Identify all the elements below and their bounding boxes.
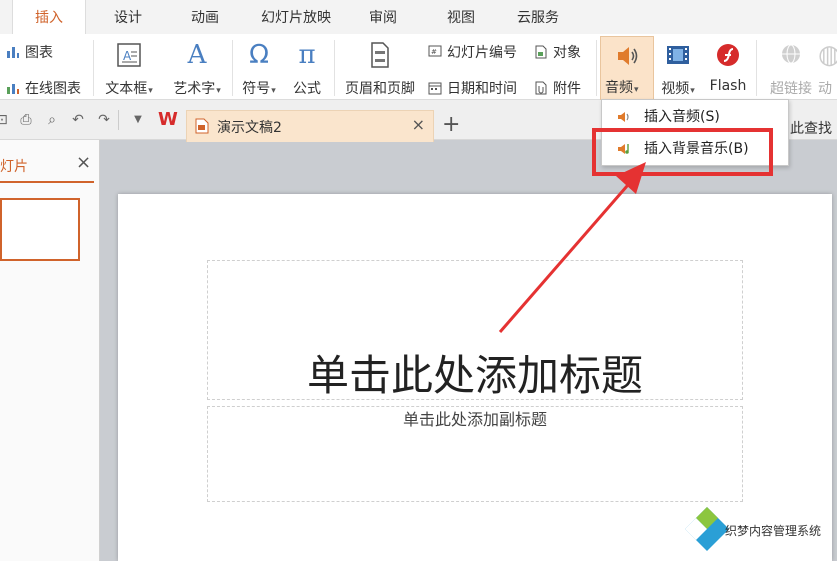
annotation-arrow [498,162,646,333]
watermark-logo-icon [685,507,729,551]
watermark-text: 织梦内容管理系统 [725,524,822,538]
